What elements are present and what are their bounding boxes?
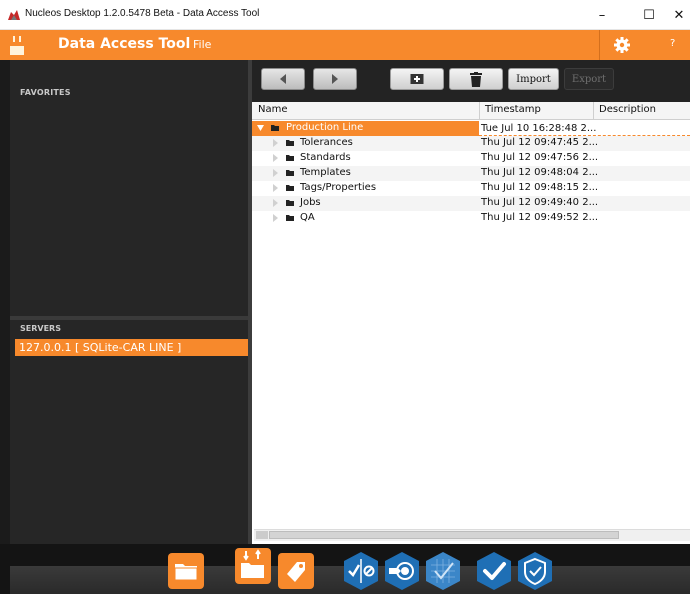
delete-button[interactable] xyxy=(449,68,503,90)
row-timestamp: Thu Jul 12 09:49:52 2... xyxy=(481,212,599,223)
row-timestamp: Thu Jul 12 09:47:56 2... xyxy=(481,152,599,163)
collapse-arrow-icon[interactable] xyxy=(272,139,279,147)
column-header-timestamp[interactable]: Timestamp xyxy=(485,104,541,115)
collapse-arrow-icon[interactable] xyxy=(272,199,279,207)
row-timestamp: Tue Jul 10 16:28:48 2... xyxy=(479,121,690,136)
table-row[interactable]: QA Thu Jul 12 09:49:52 2... xyxy=(252,211,690,226)
arrow-right-icon xyxy=(332,74,338,84)
column-divider[interactable] xyxy=(479,102,480,120)
column-divider[interactable] xyxy=(593,102,594,120)
gear-icon[interactable] xyxy=(612,35,632,55)
favorites-heading: FAVORITES xyxy=(20,88,71,97)
expand-arrow-icon[interactable] xyxy=(257,124,264,132)
folder-icon[interactable] xyxy=(167,552,205,590)
collapse-arrow-icon[interactable] xyxy=(272,184,279,192)
window-title: Nucleos Desktop 1.2.0.5478 Beta - Data A… xyxy=(25,8,260,19)
close-button[interactable]: ✕ xyxy=(668,0,690,30)
table-row[interactable]: Templates Thu Jul 12 09:48:04 2... xyxy=(252,166,690,181)
collapse-arrow-icon[interactable] xyxy=(272,214,279,222)
row-timestamp: Thu Jul 12 09:48:04 2... xyxy=(481,167,599,178)
row-name: QA xyxy=(300,212,315,223)
table-row[interactable]: Standards Thu Jul 12 09:47:56 2... xyxy=(252,151,690,166)
back-button[interactable] xyxy=(261,68,305,90)
row-timestamp: Thu Jul 12 09:48:15 2... xyxy=(481,182,599,193)
folder-icon xyxy=(286,170,294,176)
scroll-left-button[interactable] xyxy=(256,531,268,539)
row-timestamp: Thu Jul 12 09:47:45 2... xyxy=(481,137,599,148)
table-row[interactable]: Production Line Tue Jul 10 16:28:48 2... xyxy=(252,121,690,136)
table-row[interactable]: Jobs Thu Jul 12 09:49:40 2... xyxy=(252,196,690,211)
folder-icon xyxy=(286,215,294,221)
folder-icon xyxy=(286,155,294,161)
left-edge xyxy=(0,60,10,544)
row-name: Standards xyxy=(300,152,351,163)
folder-transfer-icon[interactable] xyxy=(234,547,272,585)
trash-icon xyxy=(470,71,482,87)
target-icon[interactable] xyxy=(384,551,420,591)
table-row[interactable]: Tags/Properties Thu Jul 12 09:48:15 2... xyxy=(252,181,690,196)
scrollbar-thumb[interactable] xyxy=(269,531,619,539)
add-folder-icon xyxy=(410,74,424,84)
checkmark-icon[interactable] xyxy=(476,551,512,591)
app-logo-icon xyxy=(8,10,20,20)
appbar-divider xyxy=(599,30,600,60)
app-window: Nucleos Desktop 1.2.0.5478 Beta - Data A… xyxy=(0,0,690,594)
row-name: Jobs xyxy=(300,197,321,208)
app-header: Data Access Tool File ? xyxy=(0,30,690,60)
coffee-cup-icon xyxy=(10,36,24,55)
folder-icon xyxy=(271,125,279,131)
server-item[interactable]: 127.0.0.1 [ SQLite-CAR LINE ] xyxy=(15,339,248,356)
row-name: Templates xyxy=(300,167,351,178)
row-name: Production Line xyxy=(286,122,364,133)
sidebar xyxy=(10,60,248,544)
collapse-arrow-icon[interactable] xyxy=(272,169,279,177)
import-button[interactable]: Import xyxy=(508,68,559,90)
folder-icon xyxy=(286,200,294,206)
export-button[interactable]: Export xyxy=(564,68,614,90)
maximize-button[interactable]: ☐ xyxy=(631,0,667,30)
sidebar-splitter[interactable] xyxy=(10,316,248,320)
row-timestamp: Thu Jul 12 09:49:40 2... xyxy=(481,197,599,208)
file-menu[interactable]: File xyxy=(193,38,211,51)
collapse-arrow-icon[interactable] xyxy=(272,154,279,162)
shield-check-icon[interactable] xyxy=(517,551,553,591)
minimize-button[interactable]: – xyxy=(584,0,620,30)
title-bar: Nucleos Desktop 1.2.0.5478 Beta - Data A… xyxy=(0,0,690,30)
row-name: Tags/Properties xyxy=(300,182,377,193)
app-title: Data Access Tool xyxy=(58,36,191,52)
check-cancel-icon[interactable] xyxy=(343,551,379,591)
table-row[interactable]: Tolerances Thu Jul 12 09:47:45 2... xyxy=(252,136,690,151)
arrow-left-icon xyxy=(280,74,286,84)
row-name: Tolerances xyxy=(300,137,353,148)
servers-heading: SERVERS xyxy=(20,324,61,333)
tag-icon[interactable] xyxy=(277,552,315,590)
server-item-label: 127.0.0.1 [ SQLite-CAR LINE ] xyxy=(19,341,182,354)
folder-icon xyxy=(286,140,294,146)
column-header-name[interactable]: Name xyxy=(258,104,288,115)
add-button[interactable] xyxy=(390,68,444,90)
forward-button[interactable] xyxy=(313,68,357,90)
column-header-description[interactable]: Description xyxy=(599,104,656,115)
blueprint-check-icon[interactable] xyxy=(425,551,461,591)
folder-icon xyxy=(286,185,294,191)
help-button[interactable]: ? xyxy=(670,38,675,49)
